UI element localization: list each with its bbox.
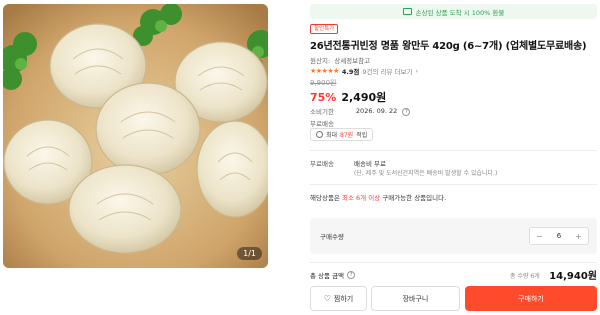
add-to-cart-button[interactable]: 장바구니 xyxy=(371,286,460,311)
divider xyxy=(310,262,597,263)
min-order-suffix: 구매가능한 상품입니다. xyxy=(382,194,447,202)
refund-banner-text: 손상된 상품 도착 시 100% 환불 xyxy=(415,8,505,17)
promo-badge: 할인특가 xyxy=(310,24,339,34)
minus-icon[interactable]: − xyxy=(536,232,543,241)
rating-score: 4.9점 xyxy=(341,68,360,76)
coin-icon xyxy=(316,131,323,138)
total-price: 14,940원 xyxy=(549,271,597,282)
coupon-amount: 87원 xyxy=(340,132,354,139)
chevron-right-icon: › xyxy=(415,67,419,75)
rating-row[interactable]: ★★★★★ 4.9점 9건의 리뷰 더보기 › xyxy=(310,66,418,76)
buy-label: 구매하기 xyxy=(518,294,544,303)
divider xyxy=(310,150,597,151)
quantity-selector: 구매수량 − 6 + xyxy=(310,218,597,254)
help-icon[interactable]: ? xyxy=(402,107,411,116)
min-order-notice: 해당상품은 최소 6개 이상 구매가능한 상품입니다. xyxy=(310,192,446,202)
divider xyxy=(310,184,597,185)
plus-icon[interactable]: + xyxy=(575,232,582,241)
expiry-row: 소비기한 2026. 09. 22 ? xyxy=(310,106,411,116)
origin-info: 원산지: 상세정보참고 xyxy=(310,55,370,65)
shipping-note: (단, 제주 및 도서산간지역은 배송비 발생할 수 있습니다.) xyxy=(354,170,498,177)
points-coupon: 최대 87원 적립 xyxy=(310,128,374,141)
product-title: 26년전통귀빈정 명품 왕만두 420g (6~7개) (업체별도무료배송) xyxy=(310,41,587,52)
heart-icon: ♡ xyxy=(323,294,331,303)
cart-label: 장바구니 xyxy=(402,294,429,303)
quantity-label: 구매수량 xyxy=(320,233,344,241)
min-order-prefix: 해당상품은 xyxy=(310,194,340,202)
quantity-value[interactable]: 6 xyxy=(557,232,561,240)
wishlist-button[interactable]: ♡ 찜하기 xyxy=(310,286,367,311)
shipping-label: 무료배송 xyxy=(310,160,334,168)
quantity-stepper: − 6 + xyxy=(529,227,589,245)
help-icon[interactable]: ? xyxy=(347,271,356,279)
total-label: 총 상품 금액 xyxy=(310,272,345,280)
min-order-highlight: 최소 6개 이상 xyxy=(341,194,381,202)
price-row: 75% 2,490원 xyxy=(310,89,386,105)
total-quantity: 총 수량 6개 xyxy=(510,273,540,280)
refund-banner: 손상된 상품 도착 시 100% 환불 xyxy=(310,4,597,19)
total-label-row: 총 상품 금액 ? xyxy=(310,270,356,280)
product-info: 손상된 상품 도착 시 100% 환불 할인특가 26년전통귀빈정 명품 왕만두… xyxy=(307,0,597,315)
dumplings-photo xyxy=(3,4,268,268)
coupon-prefix: 최대 xyxy=(326,132,338,139)
image-counter: 1/1 xyxy=(237,247,262,260)
benefit-label: 무료배송 xyxy=(310,120,334,128)
discount-rate: 75% xyxy=(310,91,337,104)
reviews-link[interactable]: 9건의 리뷰 더보기 xyxy=(362,66,412,76)
original-price: 9,900원 xyxy=(310,79,337,87)
expiry-value: 2026. 09. 22 ? xyxy=(355,106,411,116)
truck-icon xyxy=(402,8,412,15)
product-image[interactable]: 1/1 xyxy=(3,4,268,268)
origin-value: 상세정보참고 xyxy=(334,57,371,65)
buy-now-button[interactable]: 구매하기 xyxy=(465,286,597,311)
coupon-suffix: 적립 xyxy=(356,132,368,139)
shipping-value: 배송비 무료 xyxy=(354,160,386,168)
wishlist-label: 찜하기 xyxy=(333,294,354,303)
star-rating-icon: ★★★★★ xyxy=(310,67,339,75)
expiry-date: 2026. 09. 22 xyxy=(355,106,398,115)
origin-label: 원산지: xyxy=(310,57,331,65)
sale-price: 2,490원 xyxy=(341,91,387,104)
expiry-label: 소비기한 xyxy=(310,108,334,116)
